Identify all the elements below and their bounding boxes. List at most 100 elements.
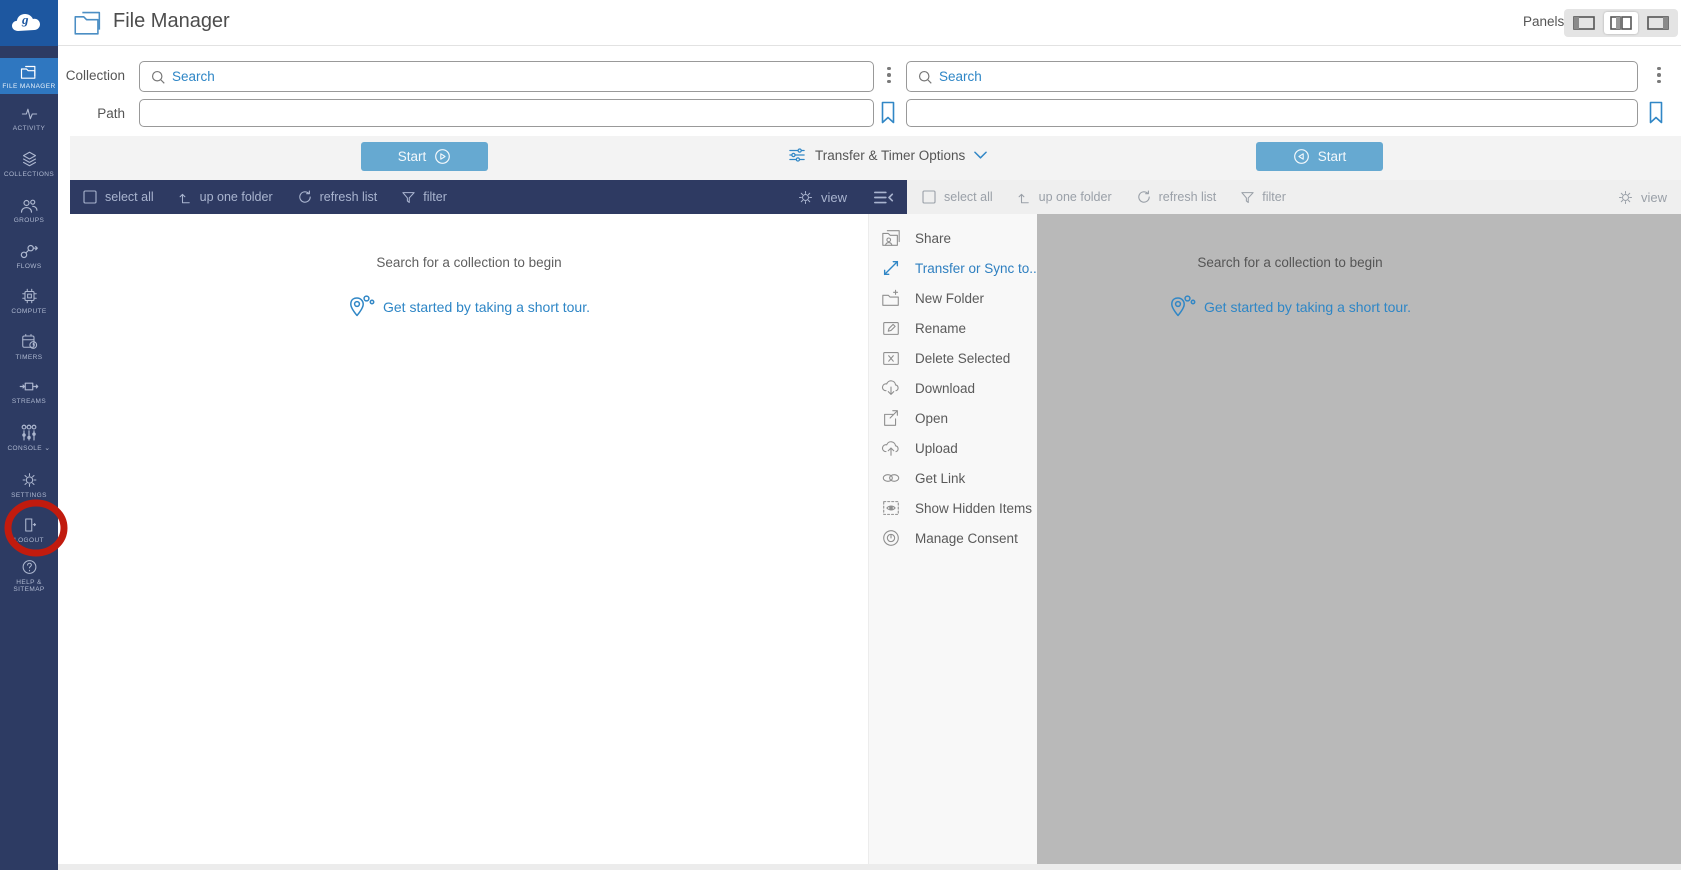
right-start-button[interactable]: Start — [1256, 142, 1383, 171]
left-up-one-folder[interactable]: up one folder — [178, 190, 273, 205]
left-select-all[interactable]: select all — [82, 189, 154, 205]
sliders-icon — [788, 147, 806, 163]
sidebar-item-label: TIMERS — [16, 354, 43, 361]
right-select-all[interactable]: select all — [921, 189, 993, 205]
right-collection-kebab-menu[interactable] — [1650, 64, 1668, 86]
transfer-icon — [880, 258, 902, 278]
left-start-button[interactable]: Start — [361, 142, 488, 171]
right-up-one-folder[interactable]: up one folder — [1017, 190, 1112, 205]
left-path-input[interactable] — [139, 99, 874, 127]
left-bookmark-icon[interactable] — [880, 101, 896, 125]
sidebar-item-streams[interactable]: STREAMS — [0, 370, 58, 412]
settings-icon — [20, 471, 39, 489]
right-view-options[interactable]: view — [1617, 189, 1667, 206]
sidebar-item-help-sitemap[interactable]: HELP & SITEMAP — [0, 554, 58, 596]
compute-icon — [20, 287, 39, 305]
panels-layout-switcher — [1564, 9, 1678, 37]
activity-icon — [20, 106, 39, 122]
filter-icon — [1240, 190, 1255, 205]
sidebar-item-collections[interactable]: COLLECTIONS — [0, 143, 58, 185]
right-filter[interactable]: filter — [1240, 190, 1286, 205]
menu-item-manage-consent[interactable]: Manage Consent — [869, 523, 1037, 553]
menu-item-open[interactable]: Open — [869, 403, 1037, 433]
right-tour-link-row[interactable]: Get started by taking a short tour. — [907, 294, 1673, 320]
left-filter[interactable]: filter — [401, 190, 447, 205]
manage-consent-icon — [880, 528, 902, 548]
globus-logo[interactable]: g — [0, 0, 58, 46]
start-button-label: Start — [398, 149, 427, 164]
sidebar-item-label: LOGOUT — [14, 537, 44, 544]
right-file-panel: Search for a collection to begin Get sta… — [1037, 214, 1681, 864]
delete-icon — [880, 348, 902, 368]
right-refresh-list[interactable]: refresh list — [1136, 189, 1217, 205]
download-icon — [880, 378, 902, 398]
gear-icon — [1617, 189, 1634, 206]
left-file-panel: Search for a collection to begin Get sta… — [70, 214, 868, 864]
right-collection-search-input[interactable] — [906, 61, 1638, 92]
right-panel-toolbar: select all up one folder refresh list fi… — [907, 180, 1681, 214]
left-view-options[interactable]: view — [797, 189, 847, 206]
right-path-input[interactable] — [906, 99, 1638, 127]
globus-cloud-icon: g — [9, 8, 49, 38]
menu-item-download[interactable]: Download — [869, 373, 1037, 403]
panel-layout-single-right-button[interactable] — [1640, 12, 1675, 34]
menu-item-share[interactable]: Share — [869, 223, 1037, 253]
open-icon — [880, 408, 902, 428]
left-collection-search-input[interactable] — [139, 61, 874, 92]
flows-icon — [19, 243, 39, 260]
sidebar-item-groups[interactable]: GROUPS — [0, 189, 58, 231]
file-manager-icon — [19, 63, 39, 80]
sidebar-item-settings[interactable]: SETTINGS — [0, 464, 58, 506]
collection-label: Collection — [58, 68, 125, 83]
left-tour-link-row[interactable]: Get started by taking a short tour. — [70, 294, 868, 320]
menu-item-upload[interactable]: Upload — [869, 433, 1037, 463]
help-icon — [20, 558, 39, 576]
chevron-down-icon: ⌄ — [44, 445, 50, 452]
panel-layout-single-button[interactable] — [1567, 12, 1602, 34]
left-panel-toolbar: select all up one folder refresh list fi… — [70, 180, 907, 214]
show-hidden-icon — [880, 498, 902, 518]
sidebar-item-flows[interactable]: FLOWS — [0, 235, 58, 277]
left-tour-link: Get started by taking a short tour. — [383, 299, 590, 315]
sidebar-item-timers[interactable]: TIMERS — [0, 326, 58, 368]
sidebar-item-activity[interactable]: ACTIVITY — [0, 98, 58, 140]
sidebar-item-label: SETTINGS — [11, 492, 47, 499]
sidebar-item-logout[interactable]: LOGOUT — [0, 509, 58, 551]
transfer-timer-options-toggle[interactable]: Transfer & Timer Options — [788, 147, 987, 163]
upload-icon — [880, 438, 902, 458]
left-empty-message: Search for a collection to begin — [70, 255, 868, 270]
menu-item-show-hidden-items[interactable]: Show Hidden Items — [869, 493, 1037, 523]
page-title: File Manager — [113, 10, 230, 33]
play-right-icon — [434, 148, 451, 165]
header: File Manager Panels — [58, 0, 1681, 46]
console-icon — [19, 423, 39, 442]
single-panel-icon — [1573, 16, 1595, 30]
panel-layout-dual-button[interactable] — [1604, 12, 1639, 34]
menu-item-delete-selected[interactable]: Delete Selected — [869, 343, 1037, 373]
gear-icon — [797, 189, 814, 206]
checkbox-icon — [921, 189, 937, 205]
sidebar-item-compute[interactable]: COMPUTE — [0, 280, 58, 322]
sidebar-item-label: ACTIVITY — [13, 125, 45, 132]
menu-item-get-link[interactable]: Get Link — [869, 463, 1037, 493]
logout-icon — [20, 516, 39, 534]
streams-icon — [19, 378, 39, 395]
sidebar-item-console[interactable]: CONSOLE ⌄ — [0, 414, 58, 460]
get-link-icon — [880, 468, 902, 488]
right-empty-message: Search for a collection to begin — [907, 255, 1673, 270]
left-collection-kebab-menu[interactable] — [880, 64, 898, 86]
sidebar-item-label: GROUPS — [14, 217, 45, 224]
sidebar-item-file-manager[interactable]: FILE MANAGER — [0, 58, 58, 94]
up-one-folder-icon — [178, 190, 193, 205]
filter-icon — [401, 190, 416, 205]
path-label: Path — [58, 106, 125, 121]
tour-icon — [348, 294, 375, 320]
file-manager-page-icon — [71, 8, 105, 37]
transfer-timer-options-label: Transfer & Timer Options — [815, 148, 965, 163]
collapse-menu-icon[interactable] — [873, 190, 895, 205]
left-refresh-list[interactable]: refresh list — [297, 189, 378, 205]
search-icon — [150, 69, 167, 86]
transfer-start-row: Start Transfer & Timer Options Start — [70, 136, 1681, 180]
groups-icon — [19, 197, 39, 214]
right-bookmark-icon[interactable] — [1648, 101, 1664, 125]
